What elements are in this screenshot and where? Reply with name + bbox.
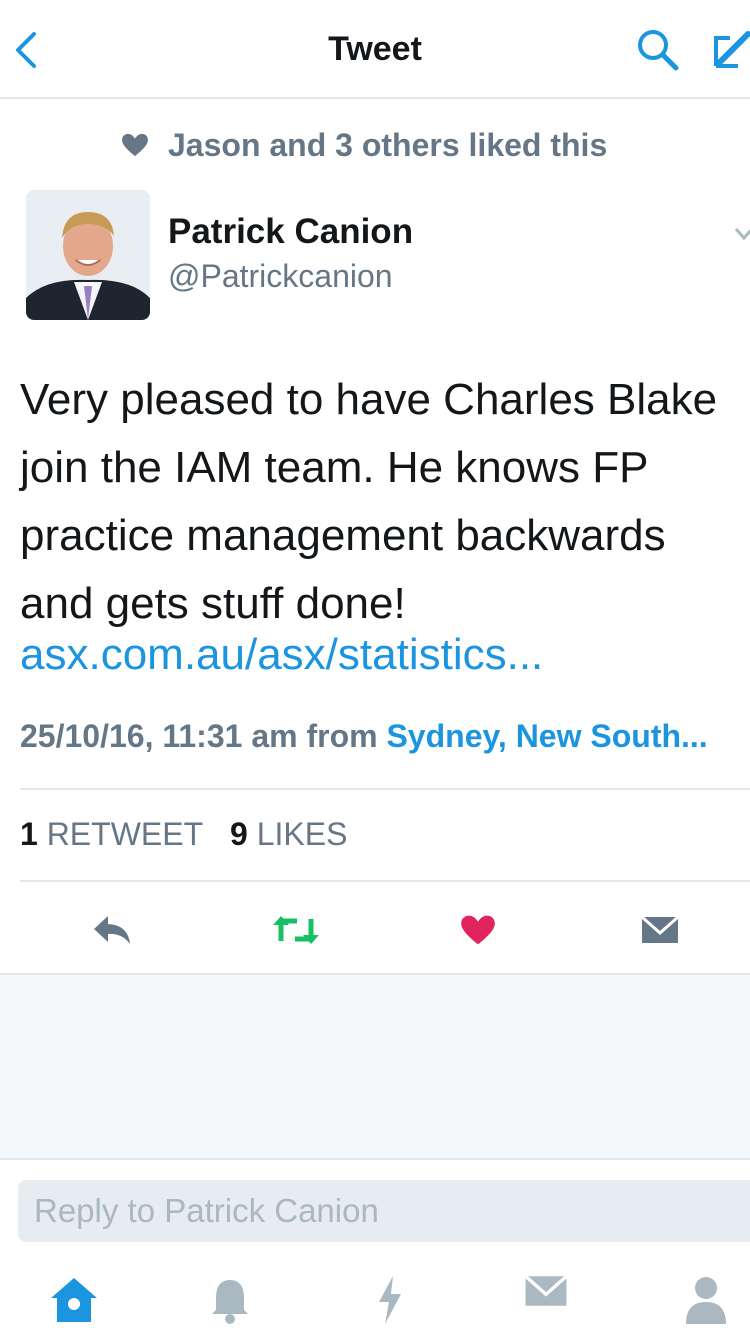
- author-handle[interactable]: @Patrickcanion: [168, 258, 393, 295]
- direct-message-button[interactable]: [630, 900, 690, 960]
- social-context: Jason and 3 others liked this: [120, 125, 607, 165]
- social-context-text: Jason and 3 others liked this: [168, 126, 608, 163]
- direct-message-icon: [641, 915, 679, 943]
- reply-button[interactable]: [82, 900, 142, 960]
- heart-icon: [122, 133, 148, 157]
- compose-icon[interactable]: [708, 26, 750, 74]
- reply-icon: [94, 916, 130, 944]
- retweet-icon: [273, 916, 319, 944]
- tab-notifications[interactable]: [200, 1274, 260, 1334]
- retweet-button[interactable]: [266, 900, 326, 960]
- likes-count[interactable]: 9: [230, 816, 248, 852]
- tab-home[interactable]: [44, 1274, 104, 1334]
- tweet-meta: 25/10/16, 11:31 am from Sydney, New Sout…: [20, 718, 708, 755]
- moments-icon: [379, 1276, 401, 1324]
- tab-me[interactable]: [676, 1274, 736, 1334]
- author-name[interactable]: Patrick Canion: [168, 212, 413, 252]
- tab-messages[interactable]: [516, 1274, 576, 1334]
- tab-moments[interactable]: [360, 1274, 420, 1334]
- tweet-location[interactable]: Sydney, New South...: [386, 718, 707, 754]
- divider: [20, 880, 750, 882]
- replies-area: [0, 973, 750, 1160]
- profile-icon: [686, 1277, 726, 1324]
- messages-icon: [524, 1274, 568, 1306]
- reply-input[interactable]: Reply to Patrick Canion: [18, 1180, 750, 1242]
- like-icon: [461, 915, 495, 945]
- home-icon: [51, 1278, 97, 1322]
- tweet-link[interactable]: asx.com.au/asx/statistics...: [20, 630, 543, 680]
- retweet-count[interactable]: 1: [20, 816, 38, 852]
- like-button[interactable]: [448, 900, 508, 960]
- tweet-timestamp: 25/10/16, 11:31 am from: [20, 718, 387, 754]
- notifications-icon: [212, 1280, 248, 1324]
- caret-down-icon[interactable]: [734, 226, 750, 242]
- likes-label[interactable]: LIKES: [257, 816, 348, 852]
- divider: [20, 788, 750, 790]
- tweet-text: Very pleased to have Charles Blake join …: [20, 375, 718, 628]
- avatar[interactable]: [26, 190, 150, 320]
- retweet-label[interactable]: RETWEET: [47, 816, 203, 852]
- tweet-stats: 1 RETWEET 9 LIKES: [20, 816, 347, 853]
- search-icon[interactable]: [634, 26, 682, 74]
